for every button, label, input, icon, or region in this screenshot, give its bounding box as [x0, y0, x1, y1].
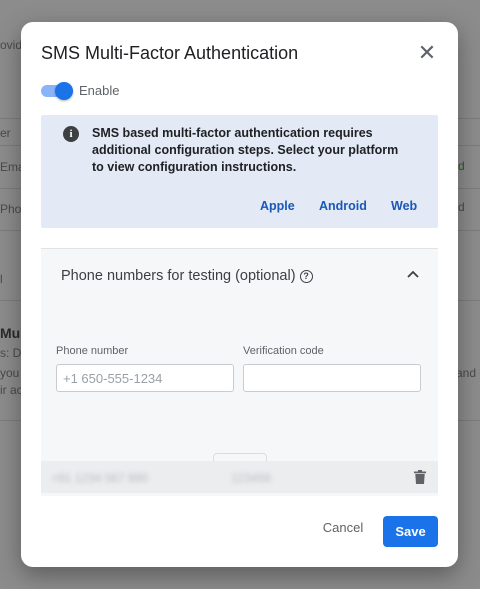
verification-code-input[interactable] [243, 364, 421, 392]
phone-number-label: Phone number [56, 345, 129, 357]
bg-text: Mu [0, 325, 21, 341]
sms-mfa-dialog: SMS Multi-Factor Authentication ✕ Enable… [21, 22, 458, 567]
dialog-title: SMS Multi-Factor Authentication [41, 43, 299, 63]
link-web[interactable]: Web [391, 199, 417, 213]
bg-text: s: D [0, 346, 22, 360]
bg-text: er [0, 126, 11, 140]
testing-panel-title: Phone numbers for testing (optional) [61, 268, 296, 284]
testing-numbers-panel: Phone numbers for testing (optional)? Ph… [41, 248, 438, 496]
bg-text: ovid [0, 38, 23, 52]
bg-text: and c [456, 366, 480, 380]
bg-text: you [0, 366, 20, 380]
chevron-up-icon[interactable] [407, 269, 419, 279]
enable-label: Enable [79, 83, 120, 98]
info-text: SMS based multi-factor authentication re… [92, 126, 399, 174]
bg-text: d [458, 200, 465, 214]
bg-text: l [0, 272, 3, 286]
link-android[interactable]: Android [319, 199, 367, 213]
trash-icon[interactable] [414, 470, 426, 484]
verification-code-label: Verification code [243, 345, 324, 357]
test-code-value: 123456 [231, 471, 272, 485]
help-icon[interactable]: ? [299, 269, 313, 283]
enable-toggle[interactable] [41, 82, 73, 100]
test-number-row: +91 1234 567 890 123456 [41, 461, 438, 493]
info-banner: i SMS based multi-factor authentication … [41, 115, 438, 228]
link-apple[interactable]: Apple [260, 199, 295, 213]
cancel-button[interactable]: Cancel [317, 520, 369, 540]
info-icon: i [63, 126, 79, 142]
testing-panel-header[interactable]: Phone numbers for testing (optional)? [61, 268, 313, 284]
close-icon[interactable]: ✕ [416, 42, 438, 65]
bg-text: d [458, 159, 465, 173]
phone-number-input[interactable] [56, 364, 234, 392]
bg-text: ir ac [0, 383, 23, 397]
save-button[interactable]: Save [383, 516, 438, 547]
test-phone-value: +91 1234 567 890 [51, 471, 149, 485]
